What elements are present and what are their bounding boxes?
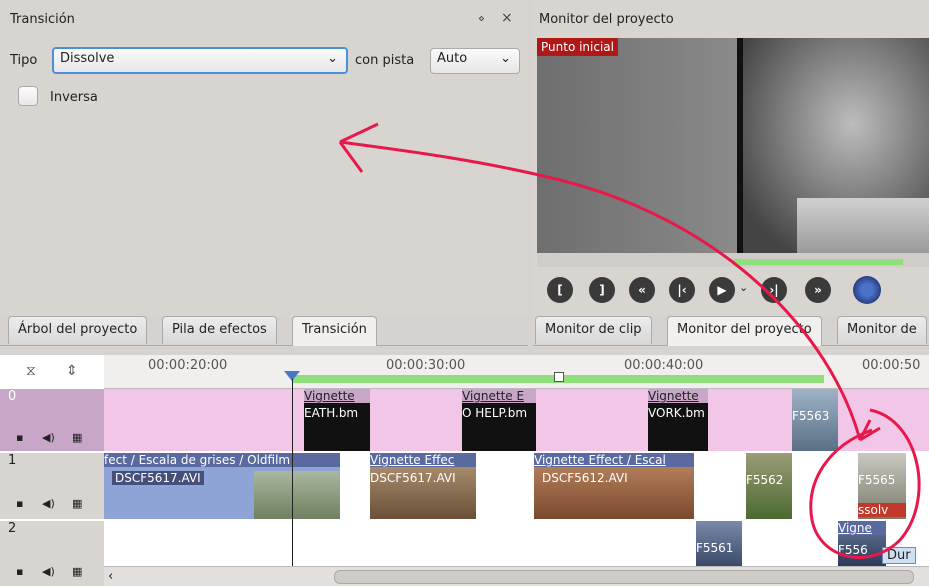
red-annotation (338, 122, 921, 559)
